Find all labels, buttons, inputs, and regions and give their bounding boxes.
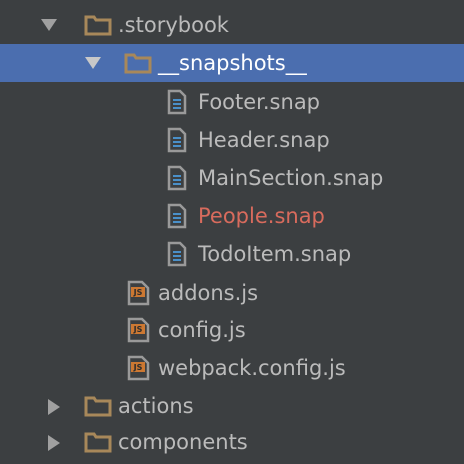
js-file-icon: JS [126,311,152,349]
chevron-right-icon[interactable] [46,387,64,425]
snap-file-icon [166,197,188,235]
tree-row-components[interactable]: components [0,423,464,461]
tree-label: Header.snap [198,128,330,152]
js-file-icon: JS [126,274,152,312]
tree-row-footer-snap[interactable]: Footer.snap [0,83,464,121]
tree-row-people-snap[interactable]: People.snap [0,197,464,235]
tree-label: TodoItem.snap [198,242,352,266]
tree-label: MainSection.snap [198,166,384,190]
svg-text:JS: JS [133,325,143,334]
folder-icon [84,6,112,44]
tree-row-mainsection-snap[interactable]: MainSection.snap [0,159,464,197]
folder-icon [84,387,112,425]
tree-label: webpack.config.js [158,356,346,380]
chevron-down-icon[interactable] [84,44,102,82]
project-tree: .storybook __snapshots__ Footer.snap Hea… [0,0,464,464]
tree-row-config-js[interactable]: JS config.js [0,311,464,349]
tree-label: Footer.snap [198,90,321,114]
tree-row-addons-js[interactable]: JS addons.js [0,274,464,312]
tree-label: __snapshots__ [158,51,307,75]
svg-text:JS: JS [133,288,143,297]
tree-label: People.snap [198,204,325,228]
tree-label: components [118,430,248,454]
tree-row-storybook[interactable]: .storybook [0,6,464,44]
svg-text:JS: JS [133,363,143,372]
chevron-right-icon[interactable] [46,423,64,461]
tree-label: config.js [158,318,246,342]
tree-label: actions [118,394,194,418]
folder-icon [84,423,112,461]
tree-row-actions[interactable]: actions [0,387,464,425]
snap-file-icon [166,235,188,273]
folder-icon [124,44,152,82]
js-file-icon: JS [126,349,152,387]
snap-file-icon [166,83,188,121]
tree-row-header-snap[interactable]: Header.snap [0,121,464,159]
tree-row-todoitem-snap[interactable]: TodoItem.snap [0,235,464,273]
tree-row-webpack-config-js[interactable]: JS webpack.config.js [0,349,464,387]
snap-file-icon [166,121,188,159]
snap-file-icon [166,159,188,197]
tree-row-snapshots[interactable]: __snapshots__ [0,44,464,82]
tree-label: addons.js [158,281,259,305]
tree-label: .storybook [118,13,229,37]
chevron-down-icon[interactable] [40,6,58,44]
